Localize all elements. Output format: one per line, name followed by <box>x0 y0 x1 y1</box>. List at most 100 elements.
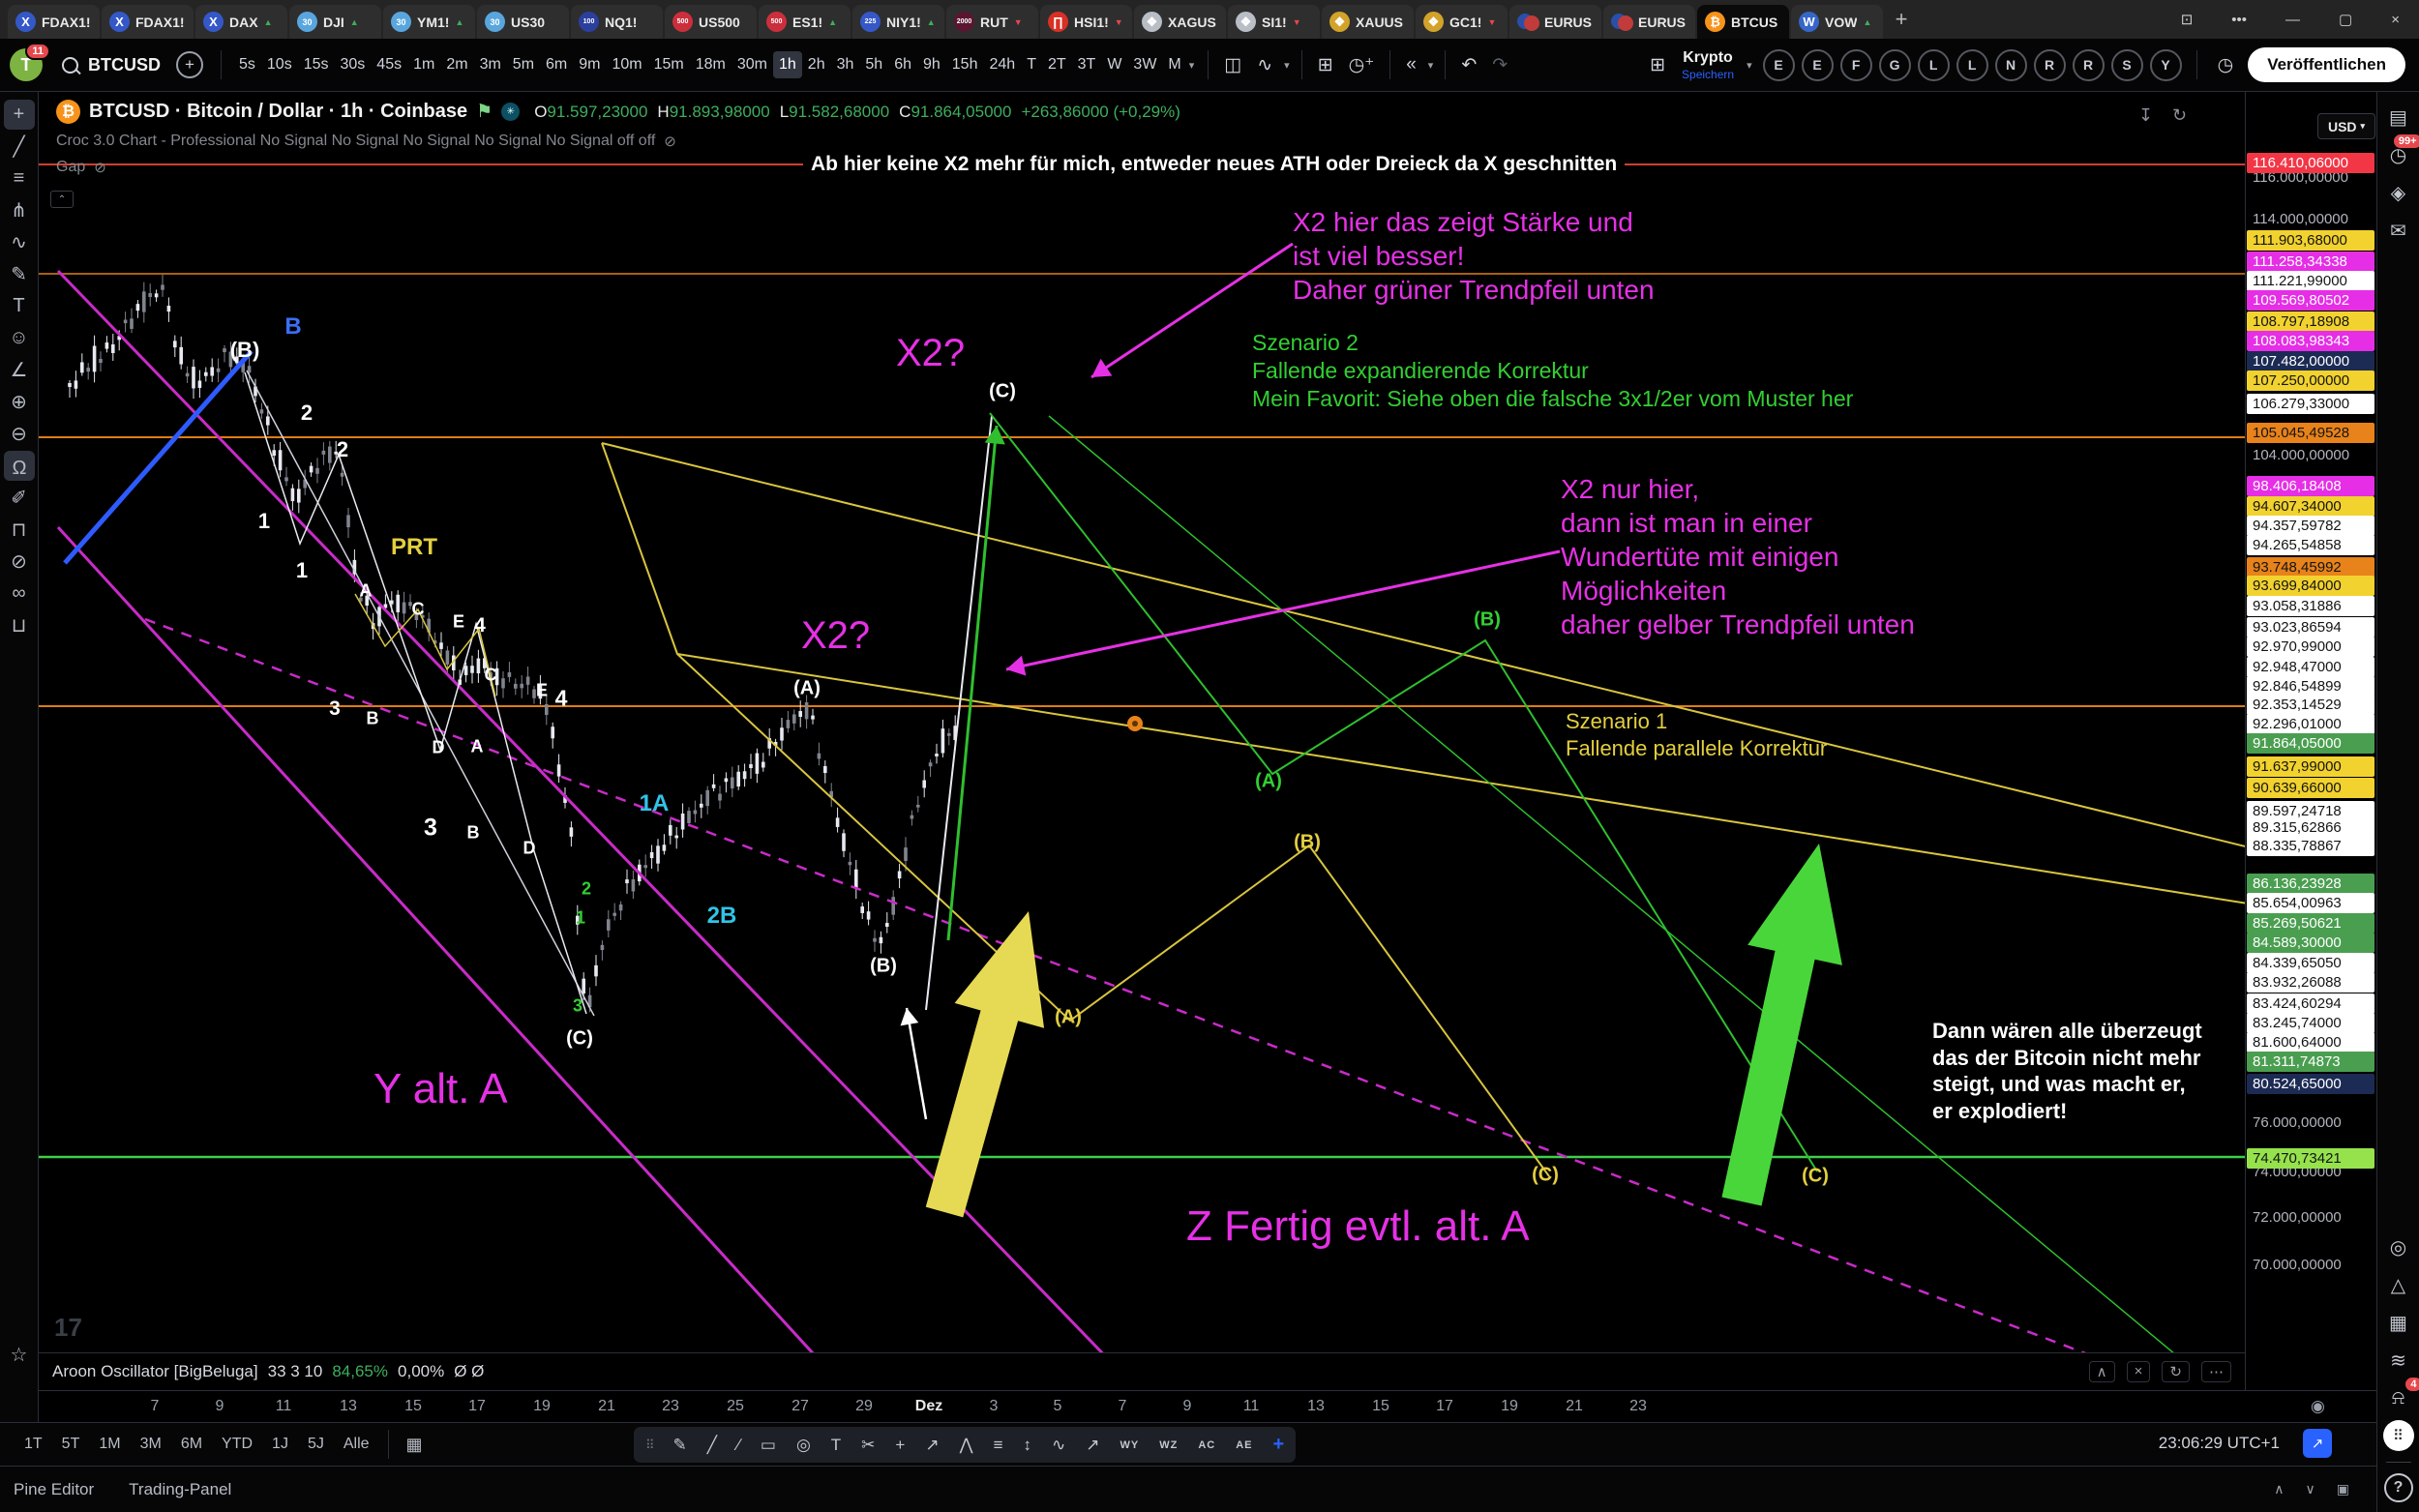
window-tab-fdax1[interactable]: XFDAX1! <box>102 5 194 39</box>
window-tab-rut[interactable]: 2000RUT▼ <box>946 5 1038 39</box>
replay-icon[interactable]: « <box>1400 51 1422 78</box>
price-scale[interactable]: USD ▾ 116.000,00000114.000,00000104.000,… <box>2245 92 2376 1390</box>
timeframe-15s[interactable]: 15s <box>298 51 335 78</box>
range-5t[interactable]: 5T <box>53 1432 89 1457</box>
draw-tool[interactable]: ✐ <box>4 483 35 513</box>
search-icon[interactable] <box>62 57 78 74</box>
emoji-tool[interactable]: ☺ <box>4 323 35 353</box>
pane-more-icon[interactable]: ⋯ <box>2201 1361 2231 1382</box>
rectangle-icon[interactable]: ▭ <box>761 1436 776 1455</box>
magnet-tool[interactable]: Ʊ <box>4 451 35 481</box>
wave-label[interactable]: 1 <box>296 558 308 583</box>
more-button[interactable]: ••• <box>2231 12 2247 28</box>
drawing-text[interactable]: X2 nur hier, dann ist man in einer Wunde… <box>1561 472 1915 641</box>
window-tab-ym1[interactable]: 30YM1!▲ <box>383 5 475 39</box>
range-icon[interactable]: ↕ <box>1023 1436 1031 1455</box>
layout-grid-button[interactable]: ⊡ <box>2181 11 2194 28</box>
wave-label[interactable]: B <box>467 823 480 844</box>
wave-label[interactable]: (C) <box>566 1028 593 1051</box>
sync-drawings-tool[interactable]: ∞ <box>4 578 35 608</box>
pitchfork-tool[interactable]: ⋔ <box>4 195 35 225</box>
wave-label[interactable]: 4 <box>474 614 486 637</box>
ray-icon[interactable]: ∕ <box>737 1436 740 1455</box>
zigzag-icon[interactable]: ∿ <box>1052 1436 1065 1455</box>
timeframe-15h[interactable]: 15h <box>946 51 984 78</box>
window-tab-es1[interactable]: 500ES1!▲ <box>759 5 851 39</box>
timeframe-3T[interactable]: 3T <box>1072 51 1102 78</box>
wave-label[interactable]: 1A <box>640 790 670 817</box>
candle-style-icon[interactable]: ◫ <box>1218 51 1247 79</box>
timeframe-9m[interactable]: 9m <box>573 51 606 78</box>
wave-label[interactable]: D <box>523 839 536 859</box>
refresh-icon[interactable]: ↻ <box>2172 105 2187 126</box>
crosshair-add-icon[interactable]: + <box>1273 1434 1285 1456</box>
wave-label[interactable]: 4 <box>555 686 568 712</box>
wave-label[interactable]: A <box>471 737 484 757</box>
time-axis[interactable]: 7911131517192123252729Dez357911131517192… <box>39 1390 2376 1422</box>
quick-layout-e[interactable]: E <box>1802 49 1834 81</box>
trend-line-tool[interactable]: ╱ <box>4 132 35 162</box>
clock[interactable]: 23:06:29 UTC+1 <box>2159 1434 2280 1453</box>
favorites-star[interactable]: ☆ <box>4 1340 35 1370</box>
quick-layout-n[interactable]: N <box>1995 49 2027 81</box>
timeframe-10s[interactable]: 10s <box>261 51 298 78</box>
wave-label[interactable]: (B) <box>230 338 260 363</box>
quick-action-button[interactable]: ↗ <box>2303 1429 2332 1458</box>
window-tab-us500[interactable]: 500US500 <box>665 5 757 39</box>
quick-layout-f[interactable]: F <box>1840 49 1872 81</box>
wave-label[interactable]: 2 <box>301 400 313 426</box>
window-tab-us30[interactable]: 30US30 <box>477 5 569 39</box>
window-tab-btcus[interactable]: ₿BTCUS <box>1697 5 1789 39</box>
symbol-row[interactable]: ₿ BTCUSD · Bitcoin / Dollar · 1h · Coinb… <box>56 100 1180 124</box>
zoom-out-tool[interactable]: ⊖ <box>4 419 35 449</box>
wave-label[interactable]: (C) <box>1802 1166 1829 1188</box>
timeframe-45s[interactable]: 45s <box>371 51 407 78</box>
text-tool[interactable]: T <box>4 291 35 321</box>
range-6m[interactable]: 6M <box>172 1432 211 1457</box>
quick-layout-l[interactable]: L <box>1918 49 1950 81</box>
minimize-button[interactable]: — <box>2285 12 2300 28</box>
wave-label[interactable]: A <box>360 581 373 602</box>
pattern-ac-icon[interactable]: AC <box>1198 1439 1215 1451</box>
range-1j[interactable]: 1J <box>263 1432 297 1457</box>
timeframe-3m[interactable]: 3m <box>474 51 507 78</box>
window-tab-vow[interactable]: WVOW▲ <box>1791 5 1883 39</box>
timeframe-2T[interactable]: 2T <box>1042 51 1072 78</box>
window-tab-eurus[interactable]: EURUS <box>1603 5 1695 39</box>
camera-icon[interactable]: ◉ <box>2311 1397 2325 1416</box>
wave-label[interactable]: B <box>284 313 301 341</box>
layout-grid-icon[interactable]: ⊞ <box>1312 51 1339 79</box>
alerts-icon[interactable]: ◷99+ <box>2383 139 2414 170</box>
polyline-icon[interactable]: ⋀ <box>960 1436 973 1455</box>
arrow-pin-icon[interactable]: ↗ <box>925 1436 939 1455</box>
lock-tool[interactable]: ⊓ <box>4 515 35 545</box>
wave-label[interactable]: 1 <box>258 509 270 534</box>
wave-label[interactable]: E <box>453 612 464 633</box>
timeframe-2h[interactable]: 2h <box>802 51 831 78</box>
pattern-wz-icon[interactable]: WZ <box>1159 1439 1178 1451</box>
pane-reload-icon[interactable]: ↻ <box>2162 1361 2190 1382</box>
compare-add-button[interactable]: + <box>176 51 203 78</box>
eye-off-icon[interactable]: ⊘ <box>664 133 676 150</box>
timeframe-15m[interactable]: 15m <box>648 51 690 78</box>
indicator-row[interactable]: Croc 3.0 Chart - Professional No Signal … <box>56 133 1180 150</box>
layout-grid-icon[interactable]: ⊞ <box>1644 51 1671 79</box>
flag-icon[interactable]: ⚑ <box>476 101 493 123</box>
pattern-ae-icon[interactable]: AE <box>1236 1439 1252 1451</box>
cross-line-icon[interactable]: + <box>895 1436 905 1455</box>
wave-label[interactable]: C <box>412 600 425 620</box>
quick-layout-s[interactable]: S <box>2111 49 2143 81</box>
wave-label[interactable]: (A) <box>1055 1007 1082 1029</box>
chevron-down-icon[interactable]: ▾ <box>1187 59 1197 72</box>
legend-collapse-button[interactable]: ⌃ <box>50 191 74 208</box>
chevron-down-icon[interactable]: ▾ <box>1426 59 1436 72</box>
pane-close-icon[interactable]: × <box>2127 1361 2151 1382</box>
timeframe-5m[interactable]: 5m <box>507 51 540 78</box>
symbol-title[interactable]: BTCUSD · Bitcoin / Dollar · 1h · Coinbas… <box>89 101 467 123</box>
window-tab-si1[interactable]: ❖SI1!▼ <box>1228 5 1320 39</box>
text-icon[interactable]: T <box>831 1436 841 1455</box>
timeframe-24h[interactable]: 24h <box>983 51 1021 78</box>
zoom-in-tool[interactable]: ⊕ <box>4 387 35 417</box>
timeframe-3h[interactable]: 3h <box>831 51 860 78</box>
timeframe-30m[interactable]: 30m <box>732 51 773 78</box>
